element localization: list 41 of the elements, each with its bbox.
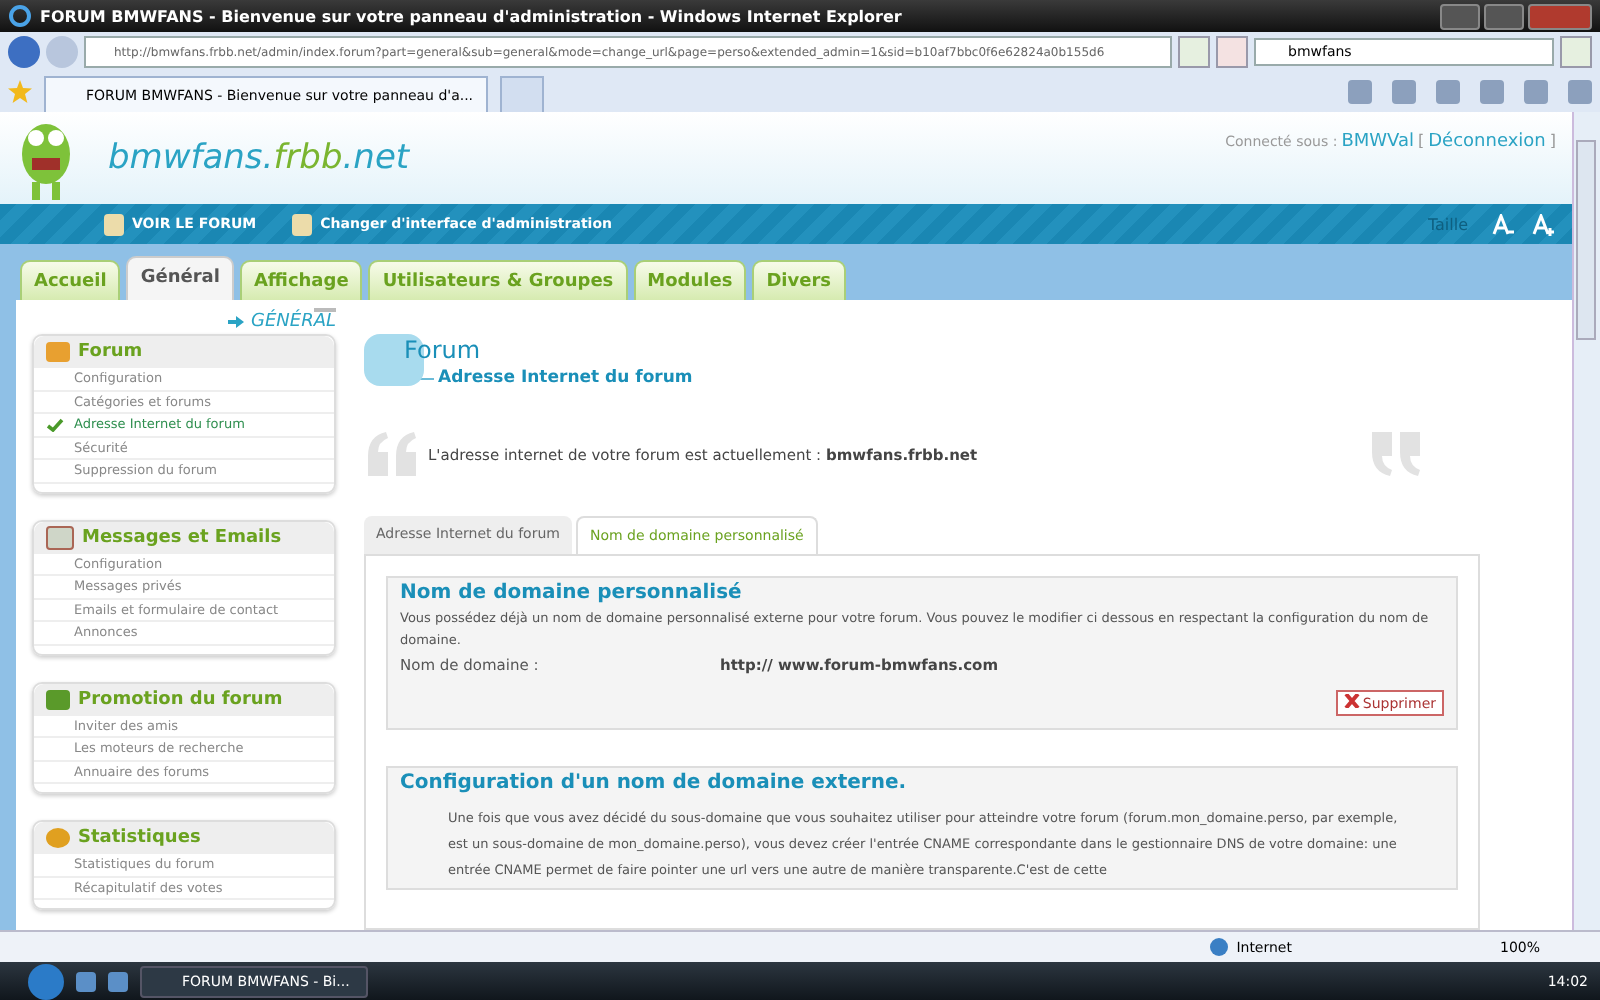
close-quote-icon bbox=[1368, 432, 1424, 476]
menu-heading: Forum bbox=[78, 342, 143, 362]
main-tab[interactable]: Affichage bbox=[239, 260, 363, 300]
check-icon bbox=[46, 417, 64, 432]
size-label: Taille bbox=[1427, 215, 1468, 233]
open-quote-icon bbox=[364, 432, 420, 476]
start-button[interactable] bbox=[28, 963, 64, 999]
browser-logo-icon bbox=[8, 4, 32, 28]
main-tab[interactable]: Accueil bbox=[20, 260, 121, 300]
arrow-icon bbox=[228, 316, 245, 328]
logout-link[interactable]: Déconnexion bbox=[1428, 132, 1546, 152]
group-title: Nom de domaine personnalisé bbox=[400, 582, 744, 604]
menu-heading: Statistiques bbox=[78, 828, 201, 848]
page-heading: Forum bbox=[404, 334, 483, 364]
username: BMWVal bbox=[1341, 132, 1414, 152]
search-button[interactable] bbox=[1560, 36, 1592, 68]
star-icon[interactable] bbox=[8, 80, 32, 104]
scrollbar[interactable] bbox=[1572, 112, 1600, 930]
menu-heading: Messages et Emails bbox=[82, 527, 282, 547]
stop-button[interactable] bbox=[1216, 36, 1248, 68]
group-title: Configuration d'un nom de domaine externe. bbox=[400, 772, 909, 794]
new-tab-button[interactable] bbox=[499, 76, 544, 112]
section-label: GÉNÉRAL bbox=[250, 312, 336, 332]
maximize-button[interactable] bbox=[1484, 3, 1524, 29]
main-tab[interactable]: Divers bbox=[752, 260, 846, 300]
font-increase-icon[interactable] bbox=[1532, 213, 1556, 235]
site-logo[interactable]: bmwfans.frbb.net bbox=[108, 138, 410, 178]
close-button[interactable] bbox=[1528, 3, 1592, 29]
main-tab[interactable]: Général bbox=[126, 256, 234, 300]
bracket: ] bbox=[1549, 132, 1556, 150]
bracket: [ bbox=[1418, 132, 1425, 150]
menu-heading: Promotion du forum bbox=[78, 689, 283, 709]
back-button[interactable] bbox=[8, 36, 40, 68]
window-title: FORUM BMWFANS - Bienvenue sur votre panneau d'administration - Windows Internet Explorer bbox=[40, 7, 902, 25]
minimize-button[interactable] bbox=[1440, 3, 1480, 29]
main-tab[interactable]: Modules bbox=[633, 260, 747, 300]
font-decrease-icon[interactable] bbox=[1492, 213, 1516, 235]
cross-icon bbox=[1344, 694, 1361, 708]
page-subheading: Adresse Internet du forum bbox=[438, 368, 693, 388]
main-tab[interactable]: Utilisateurs & Groupes bbox=[368, 260, 628, 300]
refresh-button[interactable] bbox=[1178, 36, 1210, 68]
